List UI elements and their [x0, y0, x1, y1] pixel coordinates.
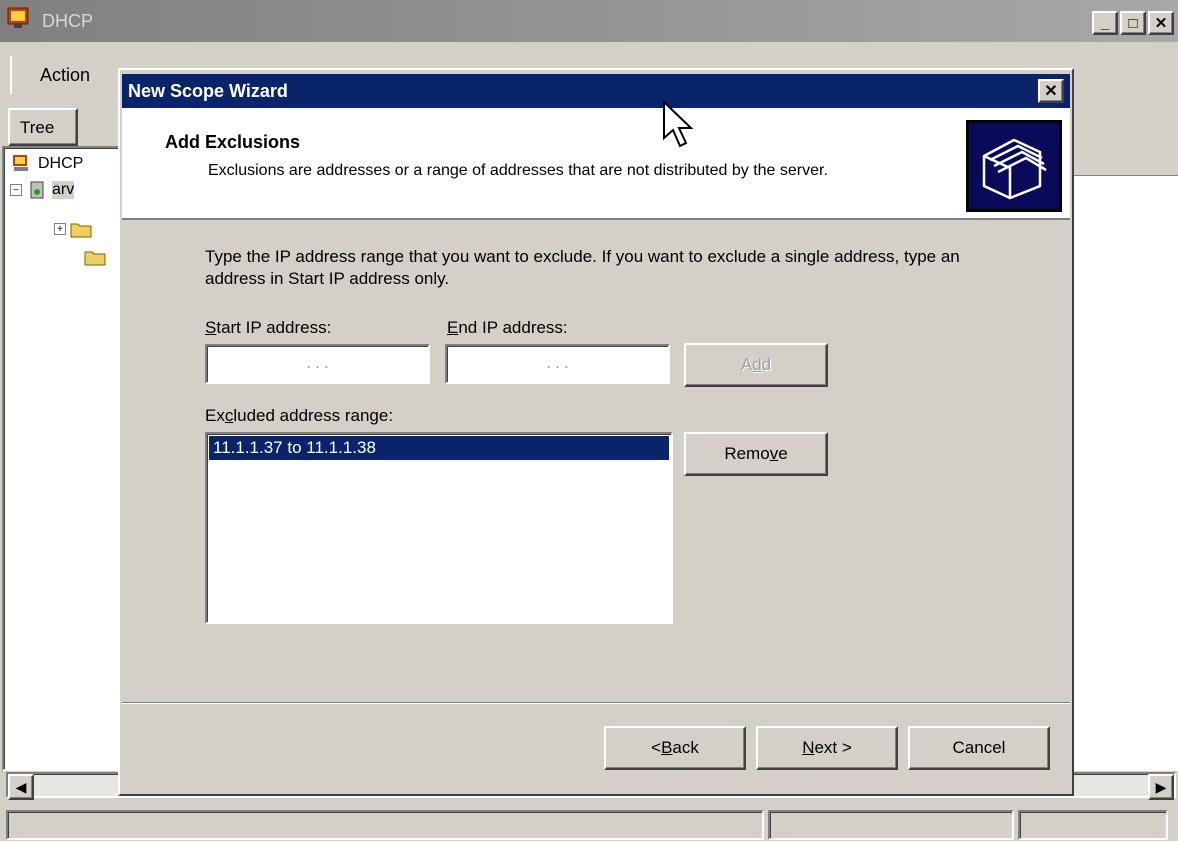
start-ip-input[interactable]: . . .	[205, 344, 430, 384]
page-subtitle: Exclusions are addresses or a range of a…	[208, 162, 828, 179]
page-title: Add Exclusions	[165, 132, 301, 152]
collapse-icon[interactable]: −	[10, 184, 22, 196]
new-scope-wizard-dialog: New Scope Wizard ✕ Add Exclusions Exclus…	[118, 68, 1074, 796]
window-controls: _ □ ✕	[1092, 11, 1174, 35]
folder-icon	[70, 223, 92, 238]
start-ip-label: Start IP address:	[205, 318, 332, 337]
excluded-range-label: Excluded address range:	[205, 406, 394, 425]
dialog-title: New Scope Wizard	[128, 80, 288, 101]
dialog-close-button[interactable]: ✕	[1038, 79, 1064, 103]
folder-icon	[84, 251, 106, 266]
main-titlebar: DHCP _ □ ✕	[0, 0, 1178, 42]
end-ip-input[interactable]: . . .	[445, 344, 670, 384]
status-segment	[1018, 810, 1168, 840]
back-button[interactable]: < Back	[604, 726, 746, 770]
footer-divider	[122, 702, 1070, 704]
server-icon	[30, 181, 44, 199]
details-pane[interactable]	[1070, 176, 1178, 771]
status-segment	[6, 810, 764, 840]
list-header	[1070, 142, 1178, 176]
maximize-button[interactable]: □	[1120, 11, 1146, 35]
remove-button[interactable]: Remo v e	[684, 432, 828, 476]
add-button[interactable]: Add	[684, 343, 828, 387]
menu-action[interactable]: Action	[10, 56, 118, 94]
mouse-cursor-icon	[663, 100, 694, 148]
scroll-right-icon[interactable]: ▶	[1148, 774, 1174, 800]
tree-item-folder[interactable]	[84, 248, 106, 266]
close-button[interactable]: ✕	[1148, 11, 1174, 35]
dhcp-app-icon	[6, 6, 36, 36]
tree-item-label: arv	[52, 181, 75, 199]
list-item[interactable]: 11.1.1.37 to 11.1.1.38	[209, 436, 669, 460]
dialog-titlebar[interactable]: New Scope Wizard ✕	[122, 74, 1070, 108]
end-ip-label: End IP address:	[447, 318, 568, 337]
tree-pane[interactable]: DHCP − arv +	[2, 146, 122, 771]
tree-item-dhcp[interactable]: DHCP	[12, 154, 83, 174]
minimize-button[interactable]: _	[1092, 11, 1118, 35]
window-title: DHCP	[42, 10, 94, 31]
status-segment	[768, 810, 1014, 840]
menu-action-label: Action	[39, 64, 91, 85]
statusbar	[0, 808, 1178, 841]
cancel-button[interactable]: Cancel	[908, 726, 1050, 770]
wizard-header: Add Exclusions Exclusions are addresses …	[122, 108, 1070, 220]
instructions-text: Type the IP address range that you want …	[205, 247, 960, 288]
tab-tree[interactable]: Tree	[8, 108, 78, 146]
folder-wizard-icon	[966, 120, 1062, 212]
excluded-range-list[interactable]: 11.1.1.37 to 11.1.1.38	[205, 432, 673, 624]
dhcp-tree-icon	[13, 155, 28, 171]
tree-item-folder[interactable]: +	[54, 220, 92, 238]
scroll-left-icon[interactable]: ◀	[8, 774, 34, 800]
next-button[interactable]: Next >	[756, 726, 898, 770]
tree-item-server[interactable]: − arv	[10, 180, 75, 200]
tree-item-label: DHCP	[38, 155, 84, 172]
expand-icon[interactable]: +	[54, 223, 66, 235]
